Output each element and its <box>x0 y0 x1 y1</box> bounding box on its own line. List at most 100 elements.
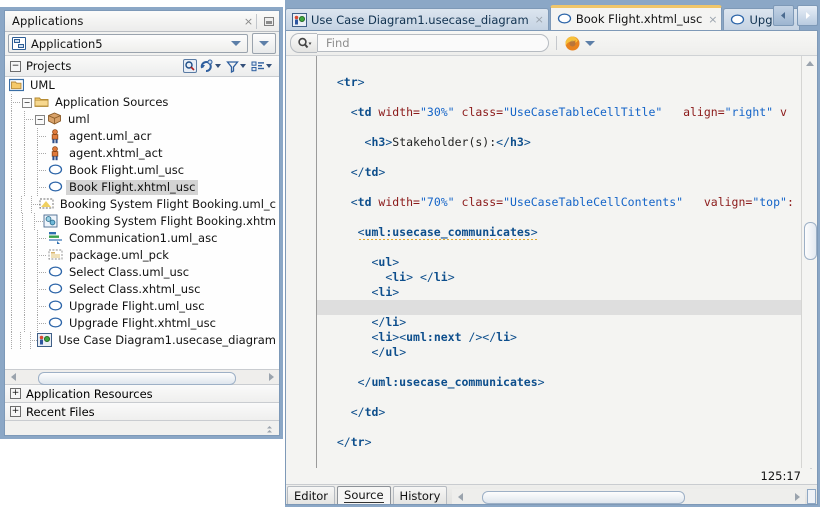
code-line-highlighted[interactable] <box>317 300 817 315</box>
code-line[interactable] <box>317 210 817 225</box>
tree-guide <box>9 162 22 179</box>
editor-tab-1[interactable]: Use Case Diagram1.usecase_diagram × <box>285 8 549 30</box>
scroll-right-arrow[interactable] <box>264 371 278 384</box>
code-line[interactable] <box>317 180 817 195</box>
editor-hscrollbar[interactable] <box>452 489 805 504</box>
bottom-tab-history[interactable]: History <box>392 486 448 504</box>
tree-expand-toggle[interactable]: − <box>22 97 32 108</box>
hscroll-thumb[interactable] <box>482 491 685 504</box>
tree-item-upgrade-flight-uml-usc[interactable]: Upgrade Flight.uml_usc <box>5 298 279 315</box>
tree-item-book-flight-xhtml-usc[interactable]: Book Flight.xhtml_usc <box>5 179 279 196</box>
tree-item-book-flight-uml-usc[interactable]: Book Flight.uml_usc <box>5 162 279 179</box>
bottom-tab-source[interactable]: Source <box>337 486 391 504</box>
hscroll-thumb[interactable] <box>38 371 236 385</box>
scroll-left-arrow[interactable] <box>6 371 20 384</box>
code-line[interactable]: </ul> <box>317 345 817 360</box>
scroll-up-arrow[interactable] <box>802 56 817 70</box>
actor-icon <box>48 129 63 144</box>
tree-item-communication1-uml-asc[interactable]: Communication1.uml_asc <box>5 230 279 247</box>
code-line[interactable] <box>317 150 817 165</box>
code-line[interactable] <box>317 360 817 375</box>
resize-grip-icon[interactable] <box>265 424 274 433</box>
tree-item-select-class-uml-usc[interactable]: Select Class.uml_usc <box>5 264 279 281</box>
editor-window: Use Case Diagram1.usecase_diagram × Book F… <box>285 0 820 507</box>
vscroll-thumb[interactable] <box>804 222 817 260</box>
close-icon[interactable]: × <box>535 13 544 26</box>
resize-corner[interactable] <box>807 489 816 504</box>
tree-item-select-class-xhtml-usc[interactable]: Select Class.xhtml_usc <box>5 281 279 298</box>
tree-item-uml[interactable]: − uml <box>5 111 279 128</box>
expand-toggle[interactable]: + <box>10 388 21 399</box>
code-line[interactable]: <li> </li> <box>317 270 817 285</box>
group-by-icon[interactable] <box>251 60 275 73</box>
find-input[interactable]: Find <box>317 34 549 52</box>
tree-item-agent-uml-acr[interactable]: agent.uml_acr <box>5 128 279 145</box>
bottom-tab-editor[interactable]: Editor <box>287 486 336 504</box>
refresh-icon[interactable] <box>199 59 224 73</box>
tree-item-package-uml-pck[interactable]: package.uml_pck <box>5 247 279 264</box>
code-line[interactable] <box>317 90 817 105</box>
next-tab-arrow[interactable] <box>797 5 818 26</box>
section-application-resources[interactable]: + Application Resources <box>5 384 279 402</box>
tree-item-booking-system-flight-booking-xhtm[interactable]: Booking System Flight Booking.xhtm <box>5 213 279 230</box>
code-line[interactable]: <li><uml:next /></li> <box>317 330 817 345</box>
code-line[interactable]: <li> <box>317 285 817 300</box>
projects-collapse-toggle[interactable]: − <box>10 60 21 72</box>
code-line[interactable] <box>317 420 817 435</box>
scroll-left-arrow[interactable] <box>453 490 467 503</box>
filter-icon[interactable] <box>226 60 249 73</box>
project-tree[interactable]: UML − Application Sources − uml agent.uml_acr… <box>5 77 279 369</box>
tree-item-agent-xhtml-act[interactable]: agent.xhtml_act <box>5 145 279 162</box>
code-line[interactable]: <td width="30%" class="UseCaseTableCellT… <box>317 105 817 120</box>
tree-item-booking-system-flight-booking-uml-c[interactable]: Booking System Flight Booking.uml_c <box>5 196 279 213</box>
tree-item-uml[interactable]: UML <box>5 77 279 94</box>
code-line[interactable]: </li> <box>317 315 817 330</box>
scroll-right-arrow[interactable] <box>790 490 804 503</box>
expand-toggle[interactable]: + <box>10 406 21 417</box>
dock-resize-footer[interactable] <box>5 420 279 435</box>
chevron-down-icon[interactable] <box>266 64 272 68</box>
hscroll-track[interactable] <box>20 371 264 385</box>
code-line[interactable]: </tr> <box>317 435 817 450</box>
tree-item-upgrade-flight-xhtml-usc[interactable]: Upgrade Flight.xhtml_usc <box>5 315 279 332</box>
minimize-icon[interactable] <box>260 14 277 29</box>
firefox-icon[interactable] <box>564 35 581 52</box>
code-editor[interactable]: <tr> <td width="30%" class="UseCaseTable… <box>286 56 817 468</box>
code-line[interactable]: <h3>Stakeholder(s):</h3> <box>317 135 817 150</box>
scroll-down-arrow[interactable] <box>807 464 815 483</box>
chevron-down-icon[interactable] <box>585 40 595 46</box>
code-line[interactable]: <ul> <box>317 255 817 270</box>
tree-expand-toggle[interactable]: − <box>35 114 45 125</box>
search-icon[interactable] <box>290 33 317 53</box>
code-line[interactable] <box>317 390 817 405</box>
code-line[interactable]: <uml:usecase_communicates> <box>317 225 817 240</box>
editor-tab-2[interactable]: Book Flight.xhtml_usc × <box>549 5 723 30</box>
code-line[interactable] <box>317 240 817 255</box>
code-line[interactable]: <tr> <box>317 75 817 90</box>
chevron-down-icon[interactable] <box>231 41 241 46</box>
chevron-down-icon[interactable] <box>215 64 221 68</box>
hscroll-track[interactable] <box>467 490 790 504</box>
section-recent-files[interactable]: + Recent Files <box>5 402 279 420</box>
code-content[interactable]: <tr> <td width="30%" class="UseCaseTable… <box>317 56 817 468</box>
search-project-icon[interactable] <box>183 59 197 73</box>
chevron-down-icon[interactable] <box>240 64 246 68</box>
code-line[interactable]: </td> <box>317 405 817 420</box>
tree-item-application-sources[interactable]: − Application Sources <box>5 94 279 111</box>
code-line[interactable]: <td width="70%" class="UseCaseTableCellC… <box>317 195 817 210</box>
editor-vscrollbar[interactable] <box>801 56 817 468</box>
close-icon[interactable]: × <box>708 13 717 26</box>
project-tree-hscrollbar[interactable] <box>5 369 279 385</box>
close-icon[interactable]: × <box>241 13 257 29</box>
application-combobox[interactable]: Application5 <box>8 34 248 53</box>
code-line[interactable]: </td> <box>317 165 817 180</box>
prev-tab-arrow[interactable] <box>773 5 794 26</box>
code-line[interactable]: </uml:usecase_communicates> <box>317 375 817 390</box>
application-menu-button[interactable] <box>252 33 276 54</box>
tree-item-use-case-diagram1-usecase-diagram[interactable]: Use Case Diagram1.usecase_diagram <box>5 332 279 349</box>
tree-guide <box>32 213 43 230</box>
code-token-punct: > <box>510 330 517 344</box>
code-line[interactable] <box>317 120 817 135</box>
